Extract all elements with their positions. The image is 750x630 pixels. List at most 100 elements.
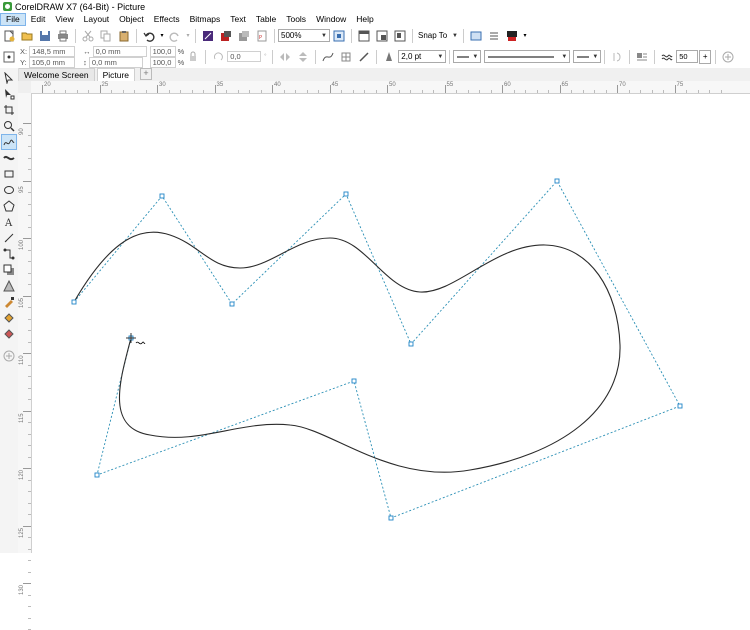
search-content-icon[interactable] bbox=[200, 28, 216, 44]
redo-icon[interactable] bbox=[167, 28, 183, 44]
node-handle[interactable] bbox=[229, 301, 235, 307]
open-icon[interactable] bbox=[19, 28, 35, 44]
mirror-horizontal-icon[interactable] bbox=[277, 49, 293, 65]
options-icon[interactable] bbox=[486, 28, 502, 44]
print-icon[interactable] bbox=[55, 28, 71, 44]
ruler-minor-tick bbox=[28, 594, 31, 596]
control-lines bbox=[73, 180, 681, 519]
rotation-field[interactable]: 0,0 bbox=[227, 51, 262, 62]
y-position-field[interactable]: 105,0 mm bbox=[28, 56, 75, 68]
node-handle[interactable] bbox=[343, 191, 349, 197]
node-handle[interactable] bbox=[94, 472, 100, 478]
shape-tool-icon[interactable] bbox=[1, 86, 17, 102]
smart-fill-icon[interactable] bbox=[1, 326, 17, 342]
launcher-dropdown-icon[interactable]: ▾ bbox=[522, 28, 528, 44]
freehand-tool-icon[interactable] bbox=[1, 134, 17, 150]
text-tool-icon[interactable]: A bbox=[1, 214, 17, 230]
mirror-vertical-icon[interactable] bbox=[295, 49, 311, 65]
menu-bitmaps[interactable]: Bitmaps bbox=[185, 13, 226, 26]
show-grid-icon[interactable] bbox=[392, 28, 408, 44]
undo-dropdown-icon[interactable]: ▾ bbox=[159, 28, 165, 44]
parallel-dimension-icon[interactable] bbox=[1, 230, 17, 246]
zoom-tool-icon[interactable] bbox=[1, 118, 17, 134]
pick-tool-icon[interactable] bbox=[1, 70, 17, 86]
x-position-field[interactable]: 148,5 mm bbox=[29, 45, 76, 57]
add-tool-icon[interactable] bbox=[1, 348, 17, 364]
wrap-text-icon[interactable] bbox=[634, 49, 650, 65]
close-curve-icon[interactable] bbox=[609, 49, 625, 65]
zoom-level-select[interactable]: 500% ▼ bbox=[278, 29, 330, 42]
snap-to-button[interactable]: Snap To ▼ bbox=[416, 29, 460, 42]
undo-icon[interactable] bbox=[141, 28, 157, 44]
width-field[interactable]: 0,0 mm bbox=[92, 45, 147, 57]
copy-icon[interactable] bbox=[98, 28, 114, 44]
connector-tool-icon[interactable] bbox=[1, 246, 17, 262]
add-tab-icon[interactable]: + bbox=[140, 68, 153, 80]
add-icon[interactable] bbox=[720, 49, 736, 65]
bezier-mode-icon[interactable] bbox=[320, 49, 336, 65]
menu-effects[interactable]: Effects bbox=[149, 13, 185, 26]
ruler-tick-label: 55 bbox=[446, 82, 454, 88]
draw-mode-icon[interactable] bbox=[356, 49, 372, 65]
menu-tools[interactable]: Tools bbox=[281, 13, 311, 26]
end-arrowhead-select[interactable]: ▼ bbox=[573, 50, 602, 63]
full-screen-preview-icon[interactable] bbox=[356, 28, 372, 44]
vertical-ruler[interactable]: 90 95 100 105 110 115 120 125 130 bbox=[18, 93, 32, 630]
publish-pdf-icon[interactable]: P bbox=[254, 28, 270, 44]
menu-help[interactable]: Help bbox=[351, 13, 378, 26]
application-launcher-icon[interactable] bbox=[504, 28, 520, 44]
welcome-screen-icon[interactable] bbox=[468, 28, 484, 44]
tab-picture[interactable]: Picture bbox=[96, 68, 136, 81]
import-icon[interactable] bbox=[218, 28, 234, 44]
tab-welcome-screen[interactable]: Welcome Screen bbox=[18, 68, 95, 81]
line-style-select[interactable]: ▼ bbox=[484, 50, 571, 63]
toolbar-separator bbox=[376, 49, 378, 64]
rectangle-tool-icon[interactable] bbox=[1, 166, 17, 182]
new-document-icon[interactable] bbox=[1, 28, 17, 44]
lock-ratio-icon[interactable] bbox=[185, 49, 201, 65]
export-icon[interactable] bbox=[236, 28, 252, 44]
cut-icon[interactable] bbox=[80, 28, 96, 44]
snap-to-grid-icon[interactable] bbox=[338, 49, 354, 65]
interactive-fill-icon[interactable] bbox=[1, 310, 17, 326]
menu-layout[interactable]: Layout bbox=[79, 13, 115, 26]
height-field[interactable]: 0,0 mm bbox=[88, 56, 143, 68]
menu-object[interactable]: Object bbox=[114, 13, 149, 26]
object-origin-icon[interactable] bbox=[1, 49, 17, 65]
paste-icon[interactable] bbox=[116, 28, 132, 44]
scale-width-field[interactable]: 100,0 bbox=[149, 45, 176, 57]
crop-tool-icon[interactable] bbox=[1, 102, 17, 118]
bezier-curve[interactable] bbox=[73, 231, 621, 473]
node-handle[interactable] bbox=[388, 515, 394, 521]
menu-table[interactable]: Table bbox=[251, 13, 281, 26]
node-handle[interactable] bbox=[677, 403, 683, 409]
save-icon[interactable] bbox=[37, 28, 53, 44]
smoothing-field[interactable]: 50 bbox=[676, 50, 699, 63]
drop-shadow-icon[interactable] bbox=[1, 262, 17, 278]
menu-view[interactable]: View bbox=[50, 13, 78, 26]
polygon-tool-icon[interactable] bbox=[1, 198, 17, 214]
zoom-to-fit-icon[interactable] bbox=[331, 28, 347, 44]
color-eyedropper-icon[interactable] bbox=[1, 294, 17, 310]
node-handle[interactable] bbox=[71, 299, 77, 305]
node-handle[interactable] bbox=[408, 341, 414, 347]
menu-edit[interactable]: Edit bbox=[26, 13, 51, 26]
ellipse-tool-icon[interactable] bbox=[1, 182, 17, 198]
outline-width-select[interactable]: 2,0 pt ▼ bbox=[398, 50, 447, 63]
svg-text:P: P bbox=[259, 35, 262, 41]
show-rulers-icon[interactable] bbox=[374, 28, 390, 44]
node-handle[interactable] bbox=[554, 178, 560, 184]
node-handle[interactable] bbox=[159, 193, 165, 199]
node-handle[interactable] bbox=[351, 378, 357, 384]
menu-window[interactable]: Window bbox=[311, 13, 351, 26]
smoothing-slider-icon[interactable]: + bbox=[699, 49, 712, 64]
transparency-icon[interactable] bbox=[1, 278, 17, 294]
menu-file[interactable]: File bbox=[0, 13, 26, 26]
start-arrowhead-select[interactable]: ▼ bbox=[453, 50, 482, 63]
redo-dropdown-icon[interactable]: ▾ bbox=[185, 28, 191, 44]
menu-text[interactable]: Text bbox=[225, 13, 251, 26]
horizontal-ruler[interactable]: 20 25 30 35 40 45 50 55 60 65 70 75 bbox=[31, 81, 750, 94]
scale-height-field[interactable]: 100,0 bbox=[149, 56, 176, 68]
drawing-canvas[interactable] bbox=[32, 94, 750, 553]
artistic-media-icon[interactable] bbox=[1, 150, 17, 166]
